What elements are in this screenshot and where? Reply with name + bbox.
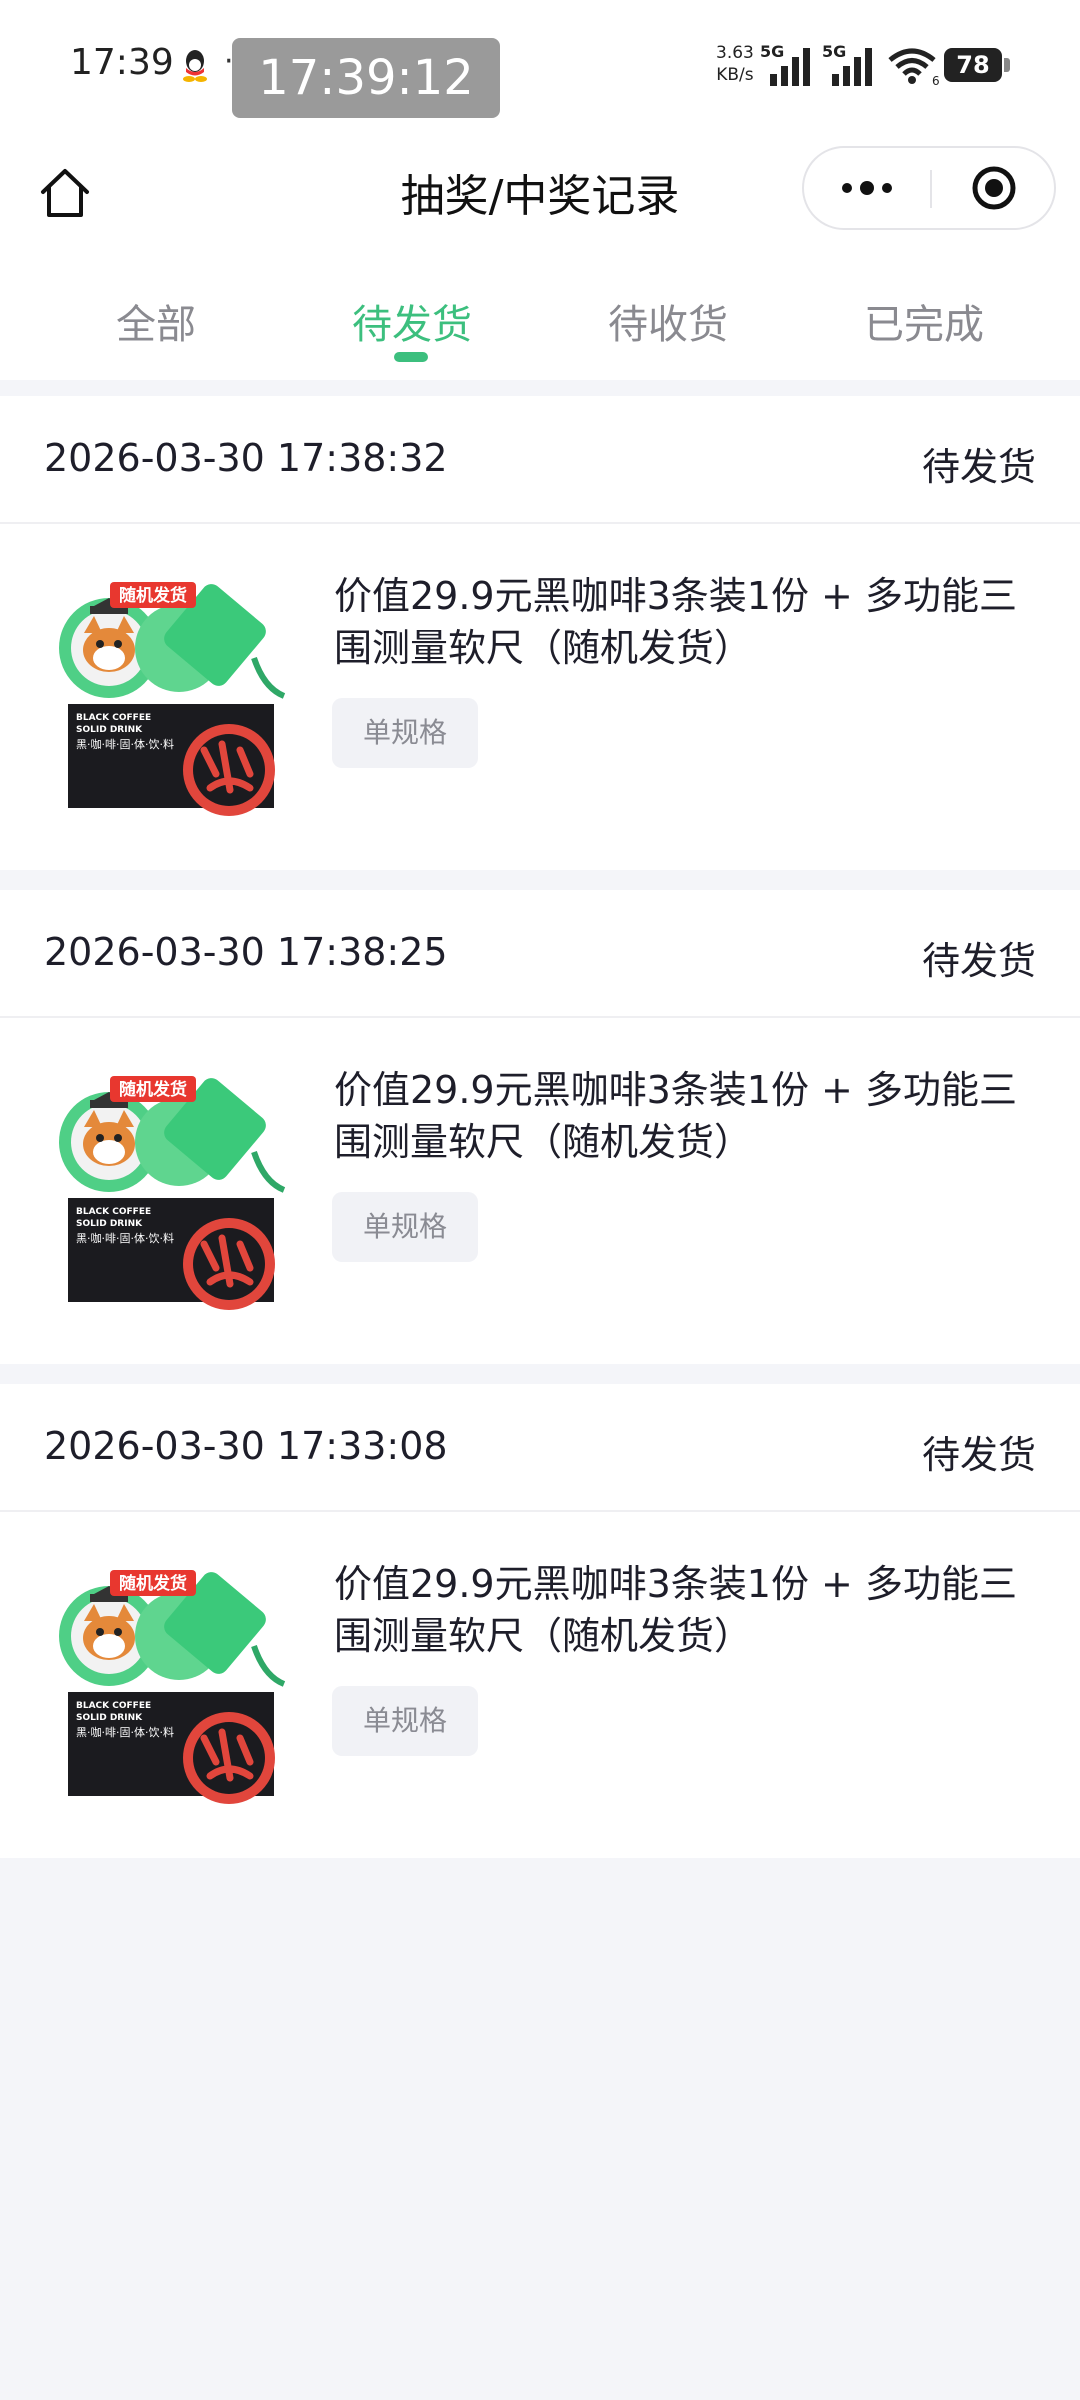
network-speed: 3.63 KB/s: [716, 42, 754, 86]
product-spec-tag: 单规格: [332, 698, 478, 768]
signal-sim1-icon: 5G: [760, 42, 820, 86]
miniprogram-capsule: [802, 146, 1056, 230]
svg-text:BLACK COFFEE: BLACK COFFEE: [76, 1207, 151, 1217]
more-dots-icon: [842, 181, 892, 195]
order-status: 待发货: [921, 445, 1036, 489]
order-card[interactable]: 2026-03-30 17:38:25 待发货 随机发货 BLACK COFFEE…: [0, 890, 1080, 1364]
wifi-icon: 6: [888, 48, 940, 86]
svg-text:BLACK COFFEE: BLACK COFFEE: [76, 713, 151, 723]
product-image[interactable]: 随机发货 BLACK COFFEE SOLID DRINK 黑·咖·啡·固·体·…: [54, 1566, 294, 1806]
tab-pending-shipment[interactable]: 待发货: [312, 292, 512, 350]
order-datetime: 2026-03-30 17:38:32: [44, 436, 448, 480]
app-root: 17:39 ·· 17:39:12 3.63 KB/s 5G 5G: [0, 0, 1080, 2400]
svg-text:SOLID DRINK: SOLID DRINK: [76, 1219, 143, 1229]
wifi-badge: 6: [932, 74, 940, 86]
svg-text:随机发货: 随机发货: [119, 585, 187, 606]
qq-notification-icon: [183, 50, 207, 82]
product-title[interactable]: 价值29.9元黑咖啡3条装1份 + 多功能三围测量软尺（随机发货）: [334, 570, 1038, 674]
tab-pending-receipt[interactable]: 待收货: [568, 292, 768, 350]
product-title[interactable]: 价值29.9元黑咖啡3条装1份 + 多功能三围测量软尺（随机发货）: [334, 1064, 1038, 1168]
order-card-header: 2026-03-30 17:38:32 待发货: [0, 396, 1080, 524]
tab-all[interactable]: 全部: [56, 292, 256, 350]
signal-sim2-icon: 5G: [822, 42, 882, 86]
svg-text:黑·咖·啡·固·体·饮·料: 黑·咖·啡·固·体·饮·料: [76, 1725, 174, 1739]
svg-text:BLACK COFFEE: BLACK COFFEE: [76, 1701, 151, 1711]
network-speed-value: 3.63: [716, 43, 754, 63]
tab-completed[interactable]: 已完成: [824, 292, 1024, 350]
order-datetime: 2026-03-30 17:33:08: [44, 1424, 448, 1468]
product-image[interactable]: 随机发货 BLACK COFFEE SOLID DRINK 黑·咖·啡·固·体·…: [54, 578, 294, 818]
svg-text:SOLID DRINK: SOLID DRINK: [76, 725, 143, 735]
order-status: 待发货: [921, 1433, 1036, 1477]
battery-icon: 78: [944, 48, 1010, 82]
svg-text:黑·咖·啡·固·体·饮·料: 黑·咖·啡·固·体·饮·料: [76, 1231, 174, 1245]
order-card[interactable]: 2026-03-30 17:38:32 待发货 随机发货 BLACK COFFEE…: [0, 396, 1080, 870]
active-tab-indicator: [394, 352, 428, 362]
target-circle-icon: [972, 166, 1016, 210]
nav-bar: 抽奖/中奖记录: [0, 130, 1080, 260]
order-status: 待发货: [921, 939, 1036, 983]
order-card-header: 2026-03-30 17:38:25 待发货: [0, 890, 1080, 1018]
product-spec-tag: 单规格: [332, 1686, 478, 1756]
order-card[interactable]: 2026-03-30 17:33:08 待发货 随机发货 BLACK COFFEE…: [0, 1384, 1080, 1858]
order-datetime: 2026-03-30 17:38:25: [44, 930, 448, 974]
order-tabs: 全部 待发货 待收货 已完成: [0, 260, 1080, 380]
svg-text:黑·咖·啡·固·体·饮·料: 黑·咖·啡·固·体·饮·料: [76, 737, 174, 751]
status-time: 17:39: [70, 42, 174, 83]
svg-text:SOLID DRINK: SOLID DRINK: [76, 1713, 143, 1723]
close-button[interactable]: [932, 148, 1056, 228]
svg-text:随机发货: 随机发货: [119, 1573, 187, 1594]
status-bar: 17:39 ·· 17:39:12 3.63 KB/s 5G 5G: [0, 0, 1080, 130]
more-button[interactable]: [804, 148, 930, 228]
svg-text:随机发货: 随机发货: [119, 1079, 187, 1100]
product-title[interactable]: 价值29.9元黑咖啡3条装1份 + 多功能三围测量软尺（随机发货）: [334, 1558, 1038, 1662]
product-spec-tag: 单规格: [332, 1192, 478, 1262]
network-speed-unit: KB/s: [716, 65, 754, 85]
floating-clock: 17:39:12: [232, 38, 500, 118]
order-card-header: 2026-03-30 17:33:08 待发货: [0, 1384, 1080, 1512]
product-image[interactable]: 随机发货 BLACK COFFEE SOLID DRINK 黑·咖·啡·固·体·…: [54, 1072, 294, 1312]
